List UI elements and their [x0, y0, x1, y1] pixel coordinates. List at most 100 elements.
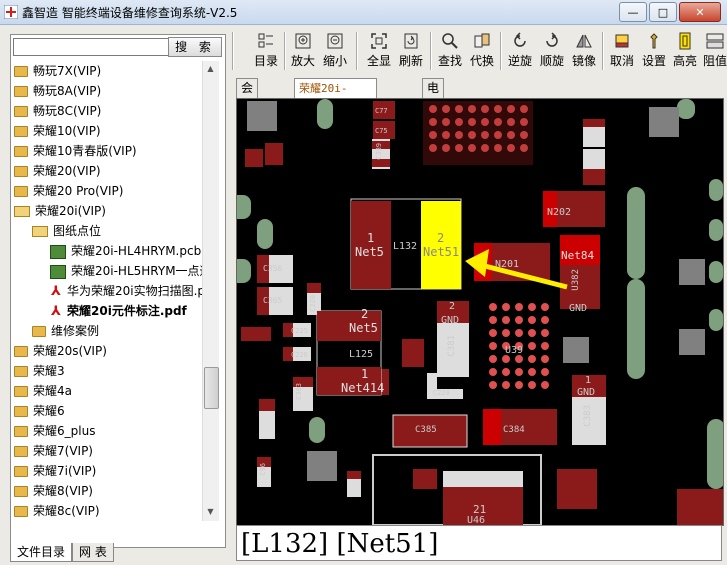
tree-item[interactable]: 荣耀4a [14, 381, 72, 401]
c381-pad2: 2 [449, 301, 456, 312]
toolbar: 目录 放大 缩小 全显 刷新 查找 代换 逆旋 顺旋 镜像 取消 设置 高亮 阻… [232, 30, 727, 72]
zoom-out-button[interactable]: 缩小 [322, 30, 348, 72]
tree-item[interactable]: ⅄ 华为荣耀20i实物扫描图.p [50, 281, 202, 301]
tree-item[interactable]: 荣耀6 [14, 401, 65, 421]
l125-ref: L125 [349, 349, 374, 360]
c384-label: C384 [503, 425, 525, 435]
pcb-board-view[interactable]: C77 C75 1 Net5 L132 2 Net51 N202 N201 Ne… [236, 98, 724, 526]
tree-item[interactable]: 荣耀7(VIP) [14, 441, 93, 461]
tree-item[interactable]: 维修案例 [32, 321, 99, 341]
refresh-button[interactable]: 刷新 [398, 30, 424, 72]
tree-item[interactable]: 畅玩7X(VIP) [14, 61, 101, 81]
gnd-label-a: GND [569, 303, 588, 314]
pcb-file-icon [50, 264, 66, 279]
tab-schematic[interactable]: 电路图 [422, 78, 445, 133]
tree-item[interactable]: 图纸点位 [32, 221, 101, 241]
zoom-out-label: 缩小 [322, 54, 347, 68]
tree-item-label: 荣耀10(VIP) [33, 124, 101, 138]
search-button[interactable]: 搜 索 [168, 37, 222, 57]
folder-icon [14, 506, 28, 517]
c381-gnd: GND [441, 315, 460, 326]
tree-item[interactable]: 荣耀20 Pro(VIP) [14, 181, 123, 201]
window-title: 鑫智造 智能终端设备维修查询系统-V2.5 [22, 6, 238, 20]
mirror-button[interactable]: 镜像 [570, 30, 598, 72]
tree-item[interactable]: ⅄ 荣耀20i元件标注.pdf [50, 301, 187, 321]
tree-item[interactable]: 荣耀20i-HL5HRYM一点通 [50, 261, 202, 281]
tree-item-label: 荣耀20i元件标注.pdf [67, 304, 187, 318]
catalog-button[interactable]: 目录 [252, 30, 280, 72]
find-button[interactable]: 查找 [436, 30, 464, 72]
tree-item[interactable]: 荣耀8c(VIP) [14, 501, 100, 521]
scroll-up-icon[interactable]: ▲ [204, 62, 217, 76]
resistance-button[interactable]: 阻值 [702, 30, 727, 72]
replace-button[interactable]: 代换 [468, 30, 496, 72]
c381-label: C381 [447, 335, 457, 357]
tree-item[interactable]: 畅玩8A(VIP) [14, 81, 101, 101]
tree-item-label: 荣耀7i(VIP) [33, 464, 97, 478]
folder-icon [32, 326, 46, 337]
catalog-icon [258, 33, 273, 48]
zoom-out-icon [327, 33, 343, 49]
folder-icon [14, 466, 28, 477]
c225-label: C225 [291, 327, 308, 335]
net84-label: Net84 [561, 249, 595, 262]
tree-item-label: 荣耀7(VIP) [33, 444, 93, 458]
l125-pad1-number: 1 [361, 367, 369, 381]
tab-pcb-file[interactable]: 荣耀20i-HL4HRYM.pcb [294, 78, 377, 114]
tree-scrollbar[interactable]: ▲ ▼ [202, 61, 219, 521]
tab-netlist[interactable]: 网 表 [72, 543, 114, 562]
fit-all-icon [371, 33, 387, 49]
l132-ref: L132 [393, 241, 418, 252]
c96-label: C96 [259, 463, 267, 476]
pcb-canvas[interactable]: C77 C75 [237, 99, 723, 525]
tree-item[interactable]: 荣耀20s(VIP) [14, 341, 107, 361]
pcb-file-icon [50, 244, 66, 259]
tab-member-center[interactable]: 会员中心 [236, 78, 259, 152]
pdf-file-icon: ⅄ [51, 283, 61, 299]
tree-item[interactable]: 荣耀6_plus [14, 421, 95, 441]
fit-all-button[interactable]: 全显 [366, 30, 392, 72]
cancel-button[interactable]: 取消 [608, 30, 636, 72]
tab-file-directory[interactable]: 文件目录 [10, 543, 73, 562]
folder-icon [14, 66, 28, 77]
folder-icon [14, 426, 28, 437]
l132-pad1-number: 1 [367, 231, 375, 245]
find-label: 查找 [437, 54, 462, 68]
tree-item[interactable]: 荣耀20i-HL4HRYM.pcb [50, 241, 201, 261]
scrollbar-thumb[interactable] [204, 367, 219, 409]
minimize-button[interactable]: — [619, 2, 647, 22]
tree-item[interactable]: 荣耀3 [14, 361, 65, 381]
u382-label: U382 [571, 269, 581, 291]
settings-button[interactable]: 设置 [640, 30, 668, 72]
highlight-button[interactable]: 高亮 [672, 30, 698, 72]
l132-pad2-number: 2 [437, 231, 445, 245]
l132-pad1-net: Net5 [355, 245, 384, 259]
folder-icon [14, 406, 28, 417]
rotate-ccw-label: 逆旋 [507, 54, 532, 68]
close-button[interactable]: ✕ [679, 2, 721, 22]
tree-item[interactable]: 荣耀7i(VIP) [14, 461, 96, 481]
tree-item-label: 荣耀6 [33, 404, 65, 418]
tree-item[interactable]: 荣耀8(VIP) [14, 481, 93, 501]
tree-item[interactable]: 荣耀20(VIP) [14, 161, 101, 181]
tree-item-label: 华为荣耀20i实物扫描图.p [67, 284, 202, 298]
tree-item-label: 荣耀8(VIP) [33, 484, 93, 498]
c383-pad1: 1 [585, 375, 592, 386]
rotate-ccw-button[interactable]: 逆旋 [506, 30, 534, 72]
zoom-in-label: 放大 [290, 54, 315, 68]
tree-item[interactable]: 荣耀10青春版(VIP) [14, 141, 137, 161]
n201-label: N201 [495, 259, 520, 270]
svg-text:C75: C75 [375, 127, 388, 135]
tree-item[interactable]: 畅玩8C(VIP) [14, 101, 101, 121]
maximize-button[interactable]: □ [649, 2, 677, 22]
highlight-label: 高亮 [672, 54, 697, 68]
refresh-label: 刷新 [398, 54, 423, 68]
rotate-cw-button[interactable]: 顺旋 [538, 30, 566, 72]
zoom-in-button[interactable]: 放大 [290, 30, 316, 72]
tree-item[interactable]: 荣耀20i(VIP) [14, 201, 106, 221]
folder-icon [14, 86, 28, 97]
folder-icon [14, 366, 28, 377]
scroll-down-icon[interactable]: ▼ [204, 505, 217, 519]
search-input[interactable] [13, 38, 169, 56]
tree-item[interactable]: 荣耀10(VIP) [14, 121, 101, 141]
